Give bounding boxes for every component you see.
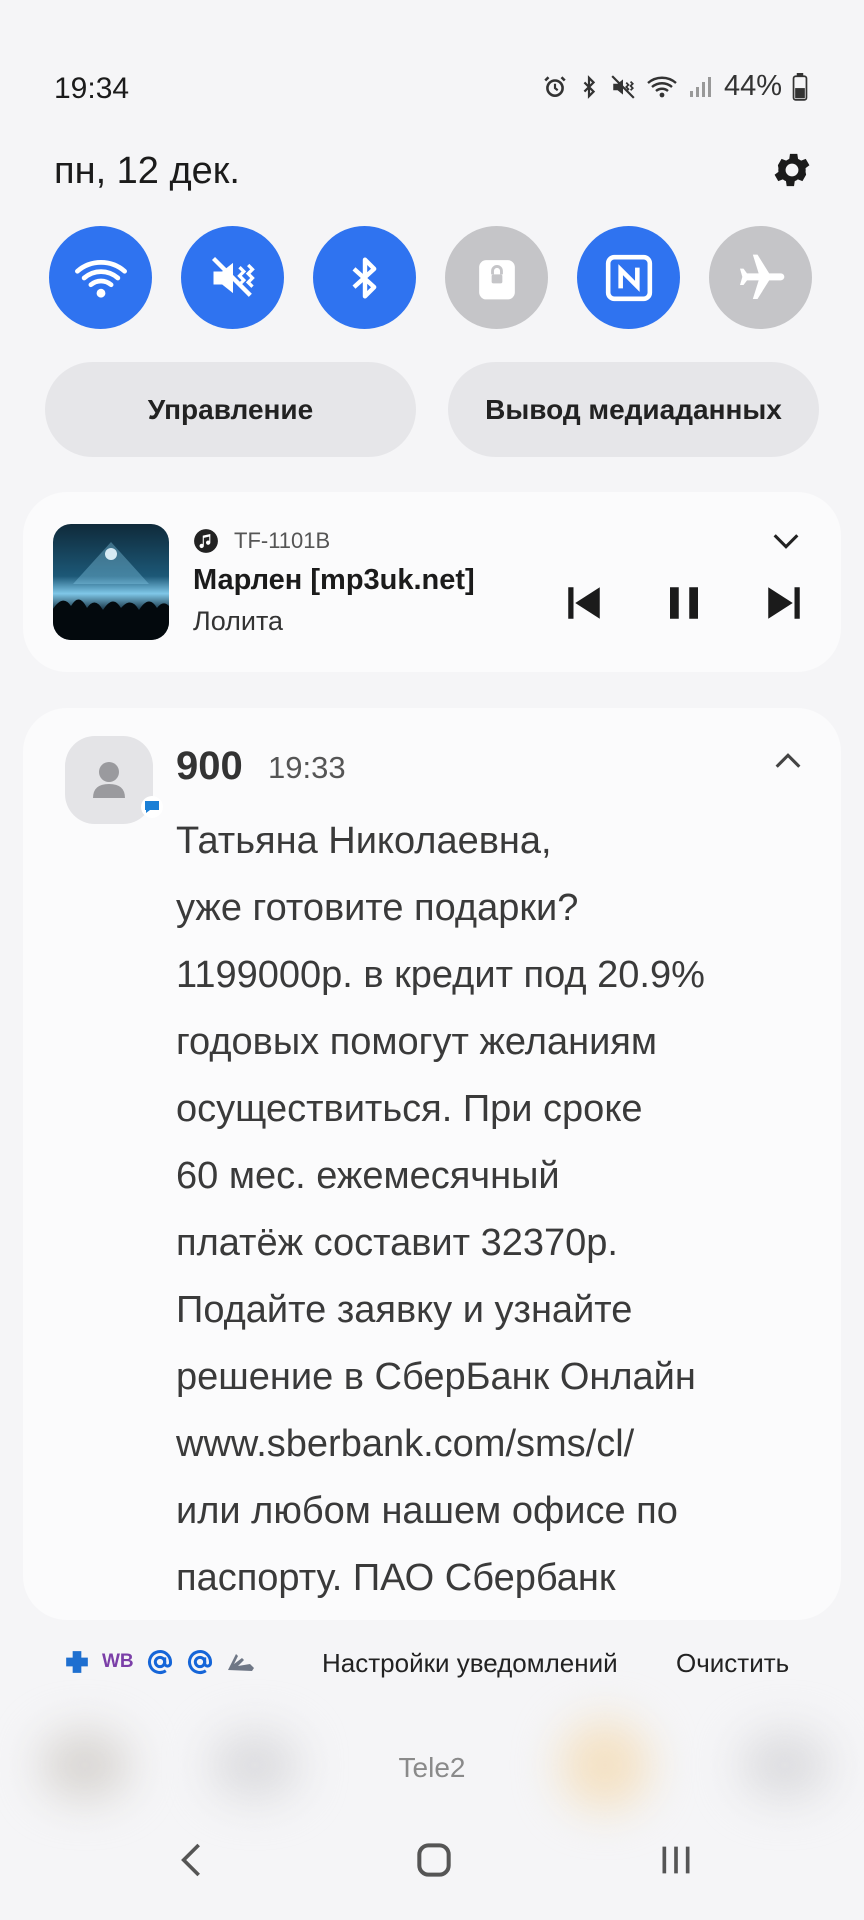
media-output-button[interactable]: Вывод медиаданных <box>448 362 819 457</box>
sms-notification-card[interactable]: 900 19:33 Татьяна Николаевна, уже готови… <box>23 708 841 1620</box>
message-line: платёж составит 32370р. <box>176 1222 618 1264</box>
message-badge-icon <box>141 796 163 818</box>
wifi-toggle[interactable] <box>49 226 152 329</box>
bluetooth-icon <box>583 74 596 99</box>
mail-at-icon <box>187 1650 212 1674</box>
notification-message: Татьяна Николаевна, уже готовите подарки… <box>176 808 826 1612</box>
health-plus-icon <box>66 1651 88 1673</box>
gear-icon[interactable] <box>770 148 814 192</box>
person-icon <box>93 762 125 798</box>
bluetooth-icon <box>352 256 376 299</box>
message-line: паспорту. ПАО Сбербанк <box>176 1557 616 1599</box>
message-line: 1199000р. в кредит под 20.9% <box>176 954 705 996</box>
navigation-bar <box>0 1830 864 1900</box>
mute-vibrate-icon <box>211 256 255 297</box>
mail-at-icon <box>147 1650 172 1674</box>
home-icon[interactable] <box>412 1838 456 1882</box>
message-line: 60 мес. ежемесячный <box>176 1155 560 1197</box>
lock-icon <box>478 259 515 299</box>
bluetooth-toggle[interactable] <box>313 226 416 329</box>
nfc-icon <box>605 254 652 301</box>
message-line: годовых помогут желаниям <box>176 1021 657 1063</box>
message-line: уже готовите подарки? <box>176 887 579 929</box>
concert-image <box>53 542 169 640</box>
chevron-down-icon[interactable] <box>769 524 803 558</box>
device-control-button[interactable]: Управление <box>45 362 416 457</box>
message-line: Татьяна Николаевна, <box>176 820 552 862</box>
recent-apps-icon[interactable] <box>656 1838 696 1882</box>
airplane-icon <box>739 254 784 299</box>
message-line: Подайте заявку и узнайте <box>176 1289 633 1331</box>
media-player-card[interactable]: TF-1101B Марлен [mp3uk.net] Лолита <box>23 492 841 672</box>
skip-previous-icon[interactable] <box>563 582 605 624</box>
sound-toggle[interactable] <box>181 226 284 329</box>
carrier-label: Tele2 <box>398 1752 466 1783</box>
wb-icon: WB <box>102 1651 134 1672</box>
airplane-toggle[interactable] <box>709 226 812 329</box>
pause-icon[interactable] <box>663 582 705 624</box>
notification-sender: 900 <box>176 744 243 788</box>
nfc-toggle[interactable] <box>577 226 680 329</box>
notification-app-icons: WB <box>64 1648 256 1676</box>
music-app-icon <box>194 529 218 553</box>
album-art <box>53 524 169 640</box>
notification-settings-button[interactable]: Настройки уведомлений <box>322 1648 618 1679</box>
chevron-up-icon[interactable] <box>771 744 805 778</box>
message-line: осуществиться. При сроке <box>176 1088 643 1130</box>
shoe-icon <box>227 1654 254 1671</box>
status-icons: 44% <box>542 70 808 103</box>
status-bar: 19:34 44% <box>0 0 864 120</box>
wifi-icon <box>74 259 127 298</box>
media-track-title: Марлен [mp3uk.net] <box>193 564 475 596</box>
quick-settings-row <box>49 226 812 329</box>
avatar <box>65 736 153 824</box>
status-time: 19:34 <box>54 72 130 105</box>
vibrate-icon <box>611 74 635 99</box>
alarm-icon <box>544 75 566 97</box>
back-icon[interactable] <box>172 1838 212 1882</box>
message-line: или любом нашем офисе по <box>176 1490 678 1532</box>
lock-toggle[interactable] <box>445 226 548 329</box>
signal-icon <box>689 76 711 97</box>
clear-all-button[interactable]: Очистить <box>676 1648 789 1679</box>
battery-percent: 44% <box>723 70 782 102</box>
notification-time: 19:33 <box>268 750 346 785</box>
notification-footer: WB Настройки уведомлений Очистить <box>0 1640 864 1686</box>
message-line: решение в СберБанк Онлайн <box>176 1356 696 1398</box>
quick-pill-row: Управление Вывод медиаданных <box>45 362 819 457</box>
wifi-icon <box>647 76 677 97</box>
skip-next-icon[interactable] <box>763 582 805 624</box>
message-link-line[interactable]: www.sberbank.com/sms/cl/ <box>176 1411 826 1478</box>
battery-icon <box>792 72 808 101</box>
media-device-name: TF-1101B <box>234 528 331 553</box>
date-label: пн, 12 дек. <box>54 150 240 192</box>
media-artist: Лолита <box>193 606 284 636</box>
media-controls <box>563 582 805 624</box>
